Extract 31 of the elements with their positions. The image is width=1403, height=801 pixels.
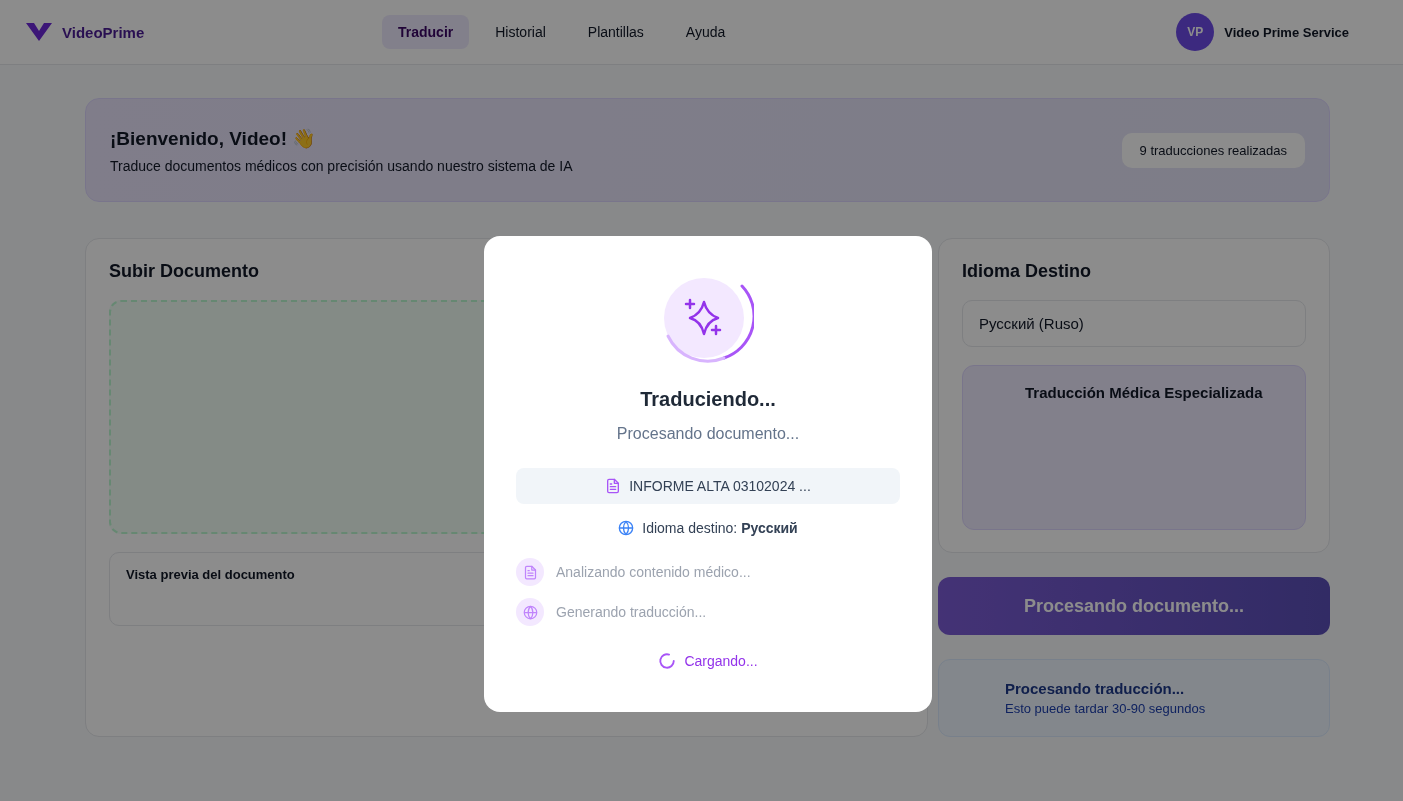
user-avatar[interactable]: VP	[1176, 13, 1215, 51]
dialog-title: Traduciendo...	[640, 388, 776, 411]
preview-title: Vista previa del documento	[126, 567, 295, 582]
welcome-title: ¡Bienvenido, Video! 👋	[110, 126, 318, 150]
loading-text: Cargando...	[684, 653, 758, 669]
globe-icon	[522, 604, 538, 620]
process-button[interactable]: Procesando documento...	[938, 577, 1330, 635]
card-title: Idioma Destino	[962, 261, 1092, 282]
step-label: Analizando contenido médico...	[556, 564, 751, 580]
status-title: Procesando traducción...	[1005, 680, 1186, 697]
card-title: Subir Documento	[109, 261, 260, 282]
info-title: Traducción Médica Especializada	[1025, 384, 1263, 401]
nav-tab[interactable]: Plantillas	[571, 15, 660, 49]
status-subtitle: Esto puede tardar 30-90 segundos	[1005, 701, 1207, 716]
globe-icon	[618, 520, 635, 536]
file-name: INFORME ALTA 03102024 ...	[629, 478, 811, 494]
step-label: Generando traducción...	[556, 604, 707, 620]
loading-spinner-icon	[658, 652, 677, 670]
brand-name: VideoPrime	[62, 23, 145, 41]
document-icon	[605, 478, 622, 494]
dialog-subtitle: Procesando documento...	[616, 425, 800, 443]
nav-tab[interactable]: Traducir	[382, 15, 470, 49]
nav-tab[interactable]: Historial	[479, 15, 562, 49]
language-select[interactable]: Русский (Ruso)	[962, 300, 1306, 347]
stat-badge: 9 traducciones realizadas	[1121, 132, 1305, 168]
logo-icon	[24, 21, 54, 43]
welcome-subtitle: Traduce documentos médicos con precisión usando nuestro sistema de IA	[110, 157, 573, 174]
target-language-text: Idioma destino: Русский	[642, 520, 798, 536]
user-name: Video Prime Service	[1224, 24, 1349, 40]
document-icon	[522, 564, 538, 580]
nav-tab[interactable]: Ayuda	[669, 15, 742, 49]
